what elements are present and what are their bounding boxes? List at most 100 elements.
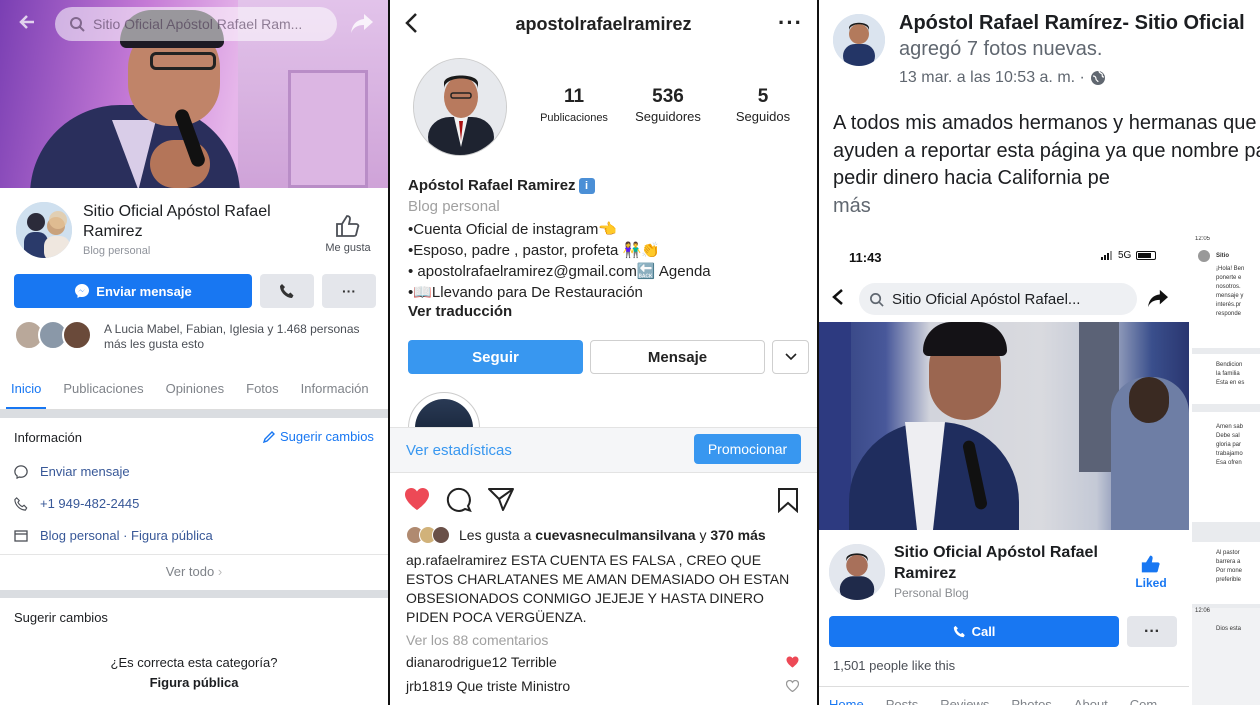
tab-inicio[interactable]: Inicio xyxy=(0,381,52,409)
more-options-icon[interactable]: ··· xyxy=(778,10,803,36)
tab-photos[interactable]: Photos xyxy=(1011,697,1051,705)
search-bar[interactable]: Sitio Oficial Apóstol Rafael Ram... xyxy=(55,7,337,41)
chat-message-line: Amen sab xyxy=(1216,424,1244,430)
info-row-category[interactable]: Blog personal · Figura pública xyxy=(14,528,213,543)
profile-avatar[interactable] xyxy=(413,58,507,156)
suggest-changes-link[interactable]: Sugerir cambios xyxy=(262,429,374,444)
share-paper-plane-icon[interactable] xyxy=(488,487,514,511)
heart-icon[interactable] xyxy=(404,487,430,511)
message-button[interactable]: Mensaje xyxy=(590,340,765,374)
chat-message-line: nosotros. xyxy=(1216,284,1241,290)
tab-home[interactable]: Home xyxy=(829,697,864,705)
tab-informacion[interactable]: Información xyxy=(290,381,380,396)
follow-button[interactable]: Seguir xyxy=(408,340,583,374)
author-name[interactable]: Apóstol Rafael Ramírez- Sitio Oficial xyxy=(899,12,1245,35)
chat-name: Sitio xyxy=(1216,253,1229,259)
likes-prefix: Les gusta a xyxy=(459,527,536,543)
author-avatar[interactable] xyxy=(833,14,885,66)
suggest-changes-label: Sugerir cambios xyxy=(280,429,374,444)
stat-following[interactable]: 5 Seguidos xyxy=(718,86,808,126)
profile-bio: •Cuenta Oficial de instagram👈 •Esposo, p… xyxy=(408,219,711,303)
page-avatar[interactable] xyxy=(829,544,885,600)
timestamp-text[interactable]: 13 mar. a las 10:53 a. m. · xyxy=(899,69,1085,87)
tab-publicaciones[interactable]: Publicaciones xyxy=(52,381,154,396)
comment-text: Terrible xyxy=(507,654,557,670)
facebook-post-panel: Apóstol Rafael Ramírez- Sitio Oficial ag… xyxy=(819,0,1260,705)
bio-line[interactable]: • apostolrafaelramirez@gmail.com🔙 Agenda xyxy=(408,261,711,282)
chat-message-line: preferible xyxy=(1216,577,1242,583)
tab-fotos[interactable]: Fotos xyxy=(235,381,290,396)
see-more-link[interactable]: más xyxy=(833,195,871,217)
post-body: A todos mis amados hermanos y hermanas q… xyxy=(833,112,1260,189)
page-title: Sitio Oficial Apóstol Rafael Ramirez xyxy=(894,544,1098,582)
share-icon[interactable] xyxy=(350,12,374,34)
tab-about[interactable]: About xyxy=(1074,697,1108,705)
back-arrow-icon[interactable] xyxy=(18,12,38,32)
stat-posts[interactable]: 11 Publicaciones xyxy=(518,86,630,126)
view-insights-link[interactable]: Ver estadísticas xyxy=(406,442,512,459)
like-button[interactable]: Me gusta xyxy=(320,214,376,254)
more-button[interactable]: ··· xyxy=(322,274,376,308)
thumbs-up-icon xyxy=(336,215,360,237)
signal-icon xyxy=(1101,251,1112,260)
category-answer[interactable]: Figura pública xyxy=(0,675,388,690)
stat-followers[interactable]: 536 Seguidores xyxy=(622,86,714,126)
chat-block: Bendicion la familia Esta en es xyxy=(1192,354,1260,404)
page-category: Blog personal xyxy=(83,245,151,257)
search-bar[interactable]: Sitio Oficial Apóstol Rafael... xyxy=(859,283,1137,315)
category-question: ¿Es correcta esta categoría? xyxy=(110,655,278,670)
insights-bar: Ver estadísticas Promocionar xyxy=(390,427,817,473)
chat-screenshot-thumbnail[interactable]: 12:05 Sitio ¡Hola! Ben ponerte e nosotros.… xyxy=(1192,236,1260,705)
chat-avatar xyxy=(1198,250,1210,262)
call-button[interactable]: Call xyxy=(829,616,1119,647)
embedded-screenshot[interactable]: 11:43 5G Sitio Oficial Apóstol Rafael... xyxy=(819,240,1189,705)
likes-count[interactable]: 370 más xyxy=(710,527,765,543)
display-name: Apóstol Rafael Ramirez xyxy=(408,177,576,194)
see-all-label: Ver todo xyxy=(165,564,215,579)
chevron-right-icon: › xyxy=(217,564,223,579)
heart-icon[interactable] xyxy=(786,656,799,668)
post-actions xyxy=(404,487,804,515)
comment-user[interactable]: jrb1819 xyxy=(406,678,453,694)
posts-label: Publicaciones xyxy=(540,112,608,124)
heart-outline-icon[interactable] xyxy=(786,680,799,692)
post-action: agregó 7 fotos nuevas. xyxy=(899,38,1103,60)
tab-reviews[interactable]: Reviews xyxy=(940,697,989,705)
translate-link[interactable]: Ver traducción xyxy=(408,303,512,320)
tab-opiniones[interactable]: Opiniones xyxy=(155,381,236,396)
search-text: Sitio Oficial Apóstol Rafael... xyxy=(892,290,1081,308)
liked-label: Liked xyxy=(1135,576,1167,590)
info-icon: i xyxy=(578,178,595,194)
info-message-text: Enviar mensaje xyxy=(40,464,130,479)
globe-icon xyxy=(1090,70,1105,85)
share-icon[interactable] xyxy=(1147,288,1169,308)
caption-username[interactable]: ap.rafaelramirez xyxy=(406,552,507,568)
send-message-button[interactable]: Enviar mensaje xyxy=(14,274,252,308)
more-button[interactable]: ··· xyxy=(1127,616,1177,647)
back-arrow-icon[interactable] xyxy=(831,288,845,306)
view-comments-link[interactable]: Ver los 88 comentarios xyxy=(406,632,548,648)
tab-community[interactable]: Com xyxy=(1130,697,1157,705)
likes-summary[interactable]: Les gusta a cuevasneculmansilvana y 370 … xyxy=(406,526,766,544)
comment-icon[interactable] xyxy=(446,487,472,513)
call-label: Call xyxy=(971,624,996,639)
chat-message-line: ponerte e xyxy=(1216,275,1242,281)
likes-user[interactable]: cuevasneculmansilvana xyxy=(535,527,695,543)
suggestions-dropdown[interactable] xyxy=(772,340,809,374)
call-button[interactable] xyxy=(260,274,314,308)
chat-message-line: barrera a xyxy=(1216,559,1241,565)
bookmark-icon[interactable] xyxy=(777,487,799,513)
chat-message-line: Por mone xyxy=(1216,568,1243,574)
liked-button[interactable]: Liked xyxy=(1131,554,1171,590)
page-avatar[interactable] xyxy=(14,200,74,260)
see-all-link[interactable]: Ver todo › xyxy=(0,554,388,579)
info-category-text: Blog personal · Figura pública xyxy=(40,528,213,543)
like-label: Me gusta xyxy=(325,242,371,254)
info-row-message[interactable]: Enviar mensaje xyxy=(14,464,130,479)
post-caption: ap.rafaelramirez ESTA CUENTA ES FALSA , … xyxy=(406,551,806,627)
comment-user[interactable]: dianarodrigue12 xyxy=(406,654,507,670)
tab-posts[interactable]: Posts xyxy=(886,697,919,705)
liker-avatars xyxy=(406,526,450,544)
info-row-phone[interactable]: +1 949-482-2445 xyxy=(14,496,139,511)
promote-button[interactable]: Promocionar xyxy=(694,434,801,464)
